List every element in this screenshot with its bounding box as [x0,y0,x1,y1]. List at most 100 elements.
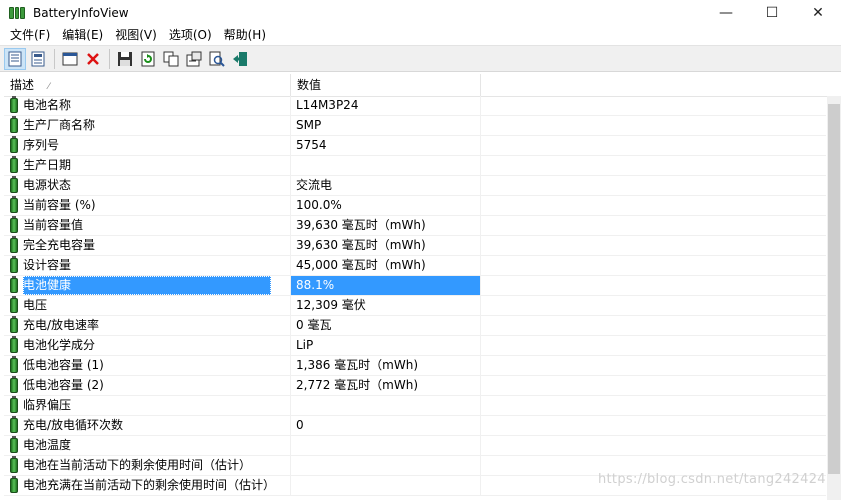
table-row[interactable]: 充电/放电速率 0 毫瓦 [4,316,826,336]
menu-options[interactable]: 选项(O) [163,26,218,45]
scrollbar-thumb[interactable] [828,104,840,474]
description-label: 临界偏压 [23,398,72,412]
description-cell: 生产日期 [4,156,291,175]
table-row[interactable]: 电池健康 88.1% [4,276,826,296]
maximize-button[interactable]: ☐ [749,0,795,26]
description-cell: 电池健康 [4,276,291,295]
value-cell [291,456,481,475]
description-label: 当前容量值 [23,218,84,232]
description-label: 电池健康 [23,276,272,295]
description-cell: 电池在当前活动下的剩余使用时间（估计） [4,456,291,475]
battery-icon [10,136,18,153]
value-cell [291,436,481,455]
value-cell: 0 毫瓦 [291,316,481,335]
value-cell: 100.0% [291,196,481,215]
description-label: 电池化学成分 [23,338,96,352]
menu-help[interactable]: 帮助(H) [218,26,272,45]
battery-icon [10,356,18,373]
menu-view[interactable]: 视图(V) [109,26,163,45]
description-label: 序列号 [23,138,60,152]
table-row[interactable]: 设计容量 45,000 毫瓦时（mWh) [4,256,826,276]
copy-button[interactable] [160,48,182,70]
value-cell: 5754 [291,136,481,155]
table-row[interactable]: 充电/放电循环次数 0 [4,416,826,436]
description-label: 低电池容量 (2) [23,378,104,392]
description-cell: 生产厂商名称 [4,116,291,135]
battery-icon [10,176,18,193]
description-cell: 低电池容量 (2) [4,376,291,395]
find-button[interactable] [206,48,228,70]
toolbar [0,45,841,72]
value-cell: 2,772 毫瓦时（mWh) [291,376,481,395]
table-row[interactable]: 当前容量 (%) 100.0% [4,196,826,216]
battery-icon [10,256,18,273]
menu-edit[interactable]: 编辑(E) [56,26,109,45]
description-cell: 充电/放电速率 [4,316,291,335]
table-row[interactable]: 完全充电容量 39,630 毫瓦时（mWh) [4,236,826,256]
minimize-button[interactable]: — [703,0,749,26]
value-cell: 12,309 毫伏 [291,296,481,315]
column-header-value[interactable]: 数值 [291,74,481,96]
refresh-icon [141,51,155,66]
column-header-description[interactable]: 描述 ⁄ [4,74,291,96]
save-button[interactable] [114,48,136,70]
description-cell: 临界偏压 [4,396,291,415]
table-row[interactable]: 电源状态 交流电 [4,176,826,196]
description-label: 电池名称 [23,98,72,112]
battery-icon [10,396,18,413]
save-icon [118,51,132,66]
value-cell: 88.1% [291,276,481,295]
description-cell: 低电池容量 (1) [4,356,291,375]
battery-icon [10,336,18,353]
html-report-button[interactable] [27,48,49,70]
refresh-button[interactable] [137,48,159,70]
table-row[interactable]: 低电池容量 (1) 1,386 毫瓦时（mWh) [4,356,826,376]
description-cell: 电压 [4,296,291,315]
table-row[interactable]: 当前容量值 39,630 毫瓦时（mWh) [4,216,826,236]
toolbar-separator [54,48,55,69]
title-bar: BatteryInfoView — ☐ ✕ [0,0,841,26]
table-row[interactable]: 电压 12,309 毫伏 [4,296,826,316]
description-label: 完全充电容量 [23,238,96,252]
vertical-scrollbar[interactable] [827,96,841,500]
description-label: 充电/放电循环次数 [23,418,124,432]
toolbar-separator [109,48,110,69]
table-row[interactable]: 电池化学成分 LiP [4,336,826,356]
value-cell: L14M3P24 [291,96,481,115]
battery-icon [10,116,18,133]
battery-icon [10,236,18,253]
battery-icon [10,296,18,313]
value-cell: 45,000 毫瓦时（mWh) [291,256,481,275]
value-cell: 1,386 毫瓦时（mWh) [291,356,481,375]
battery-info-list[interactable]: 描述 ⁄ 数值 电池名称 L14M3P24 生产厂商名称 SMP 序列号 5754 生产日期… [4,74,841,500]
description-cell: 充电/放电循环次数 [4,416,291,435]
description-cell: 完全充电容量 [4,236,291,255]
table-row[interactable]: 临界偏压 [4,396,826,416]
battery-icon [10,216,18,233]
value-cell: LiP [291,336,481,355]
table-row[interactable]: 生产厂商名称 SMP [4,116,826,136]
properties-dialog-button[interactable] [183,48,205,70]
description-label: 设计容量 [23,258,72,272]
value-cell [291,476,481,495]
table-row[interactable]: 低电池容量 (2) 2,772 毫瓦时（mWh) [4,376,826,396]
description-cell: 电池化学成分 [4,336,291,355]
watermark-text: https://blog.csdn.net/tang242424 [598,472,826,487]
exit-button[interactable] [229,48,251,70]
properties-button[interactable] [4,47,26,70]
window-button[interactable] [59,48,81,70]
close-button[interactable]: ✕ [795,0,841,26]
description-cell: 设计容量 [4,256,291,275]
sort-indicator-icon: ⁄ [48,82,50,92]
table-row[interactable]: 电池温度 [4,436,826,456]
description-label: 电池温度 [23,438,72,452]
table-row[interactable]: 序列号 5754 [4,136,826,156]
delete-button[interactable] [82,48,104,70]
properties-dialog-icon [186,51,202,66]
battery-icon [10,156,18,173]
battery-icon [10,376,18,393]
table-row[interactable]: 电池名称 L14M3P24 [4,96,826,116]
menu-file[interactable]: 文件(F) [0,26,56,45]
table-row[interactable]: 生产日期 [4,156,826,176]
exit-icon [233,51,247,66]
